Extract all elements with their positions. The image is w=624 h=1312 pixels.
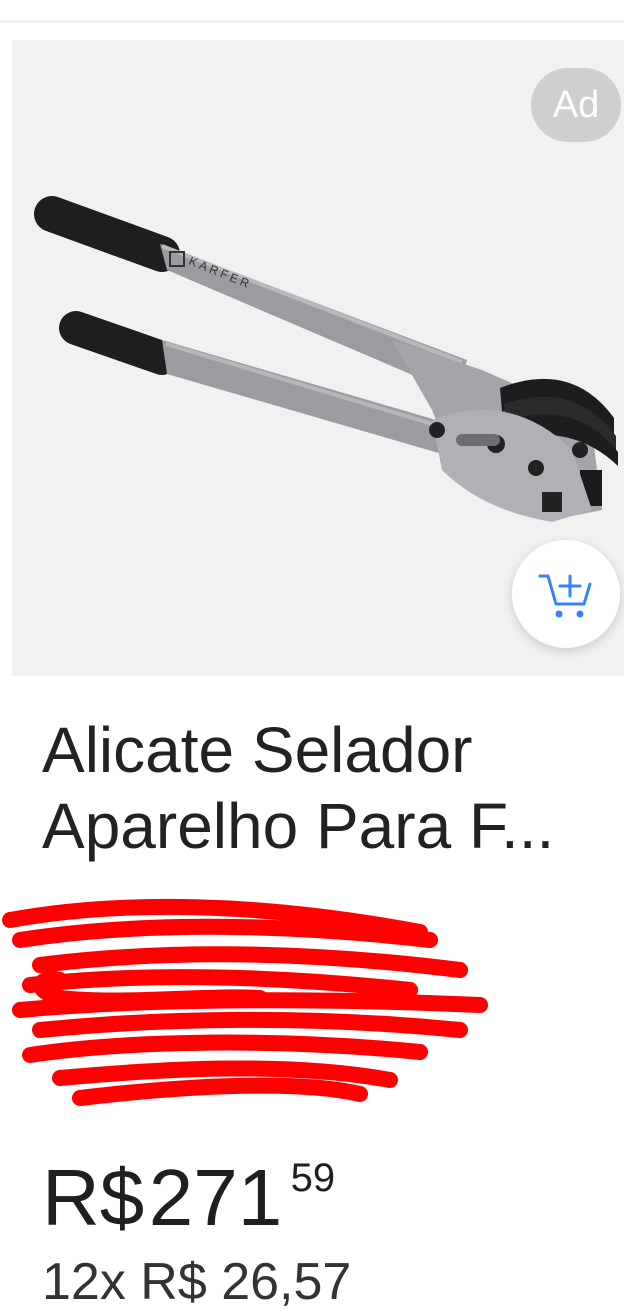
installments-text: 12x R$ 26,57 — [42, 1253, 352, 1311]
cart-plus-icon — [538, 574, 592, 618]
price-currency: R$ — [42, 1153, 145, 1242]
top-divider — [0, 20, 624, 23]
product-title[interactable]: Alicate Selador Aparelho Para F... — [42, 712, 622, 864]
add-to-cart-button[interactable] — [512, 540, 620, 648]
ad-badge: Ad — [531, 68, 621, 142]
product-title-line-1: Alicate Selador — [42, 714, 473, 786]
price-integer: 271 — [148, 1153, 283, 1242]
product-title-line-2: Aparelho Para F... — [42, 790, 555, 862]
redaction-scribble — [2, 898, 488, 1106]
price: R$ 271 59 — [42, 1150, 335, 1246]
price-cents: 59 — [290, 1156, 336, 1200]
